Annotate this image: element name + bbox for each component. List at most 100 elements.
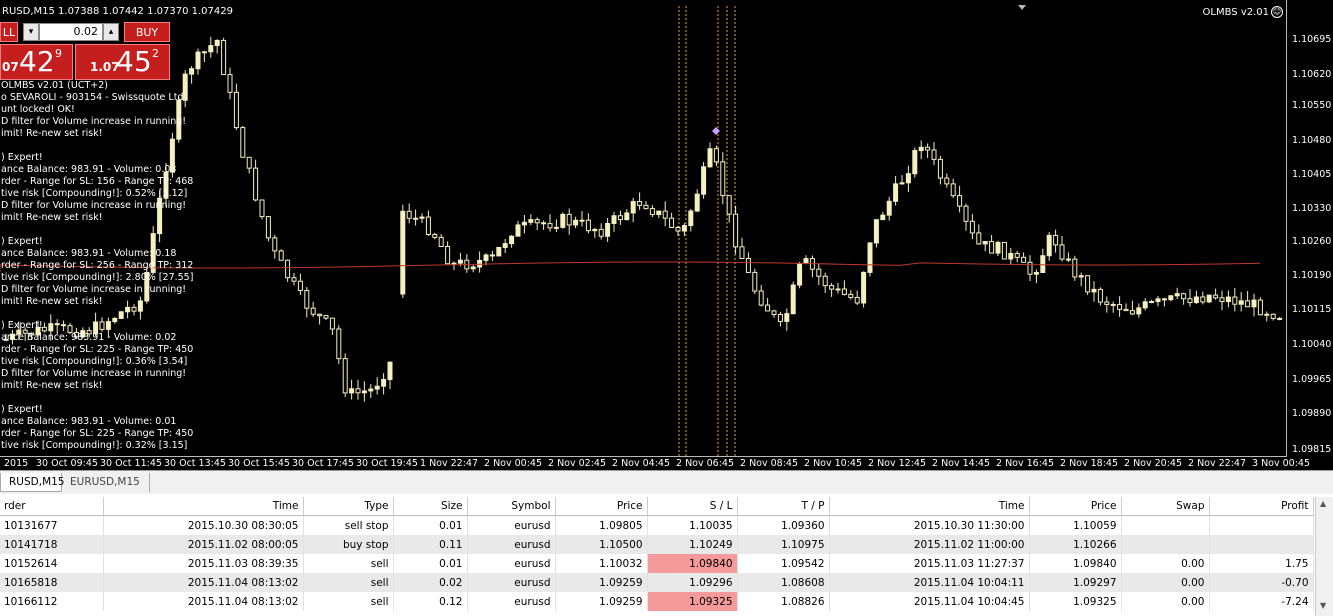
buy-price-fraction: 2 (152, 47, 159, 60)
expert-log-line: unt locked! OK! (1, 104, 75, 115)
expert-log-line: imit! Re-new set risk! (1, 380, 103, 391)
cell-close-price: 1.09297 (1029, 573, 1122, 592)
cell-swap: 0.00 (1121, 592, 1210, 611)
column-header-type[interactable]: Type (303, 497, 394, 516)
scroll-down-arrow-icon[interactable]: ▼ (1320, 601, 1326, 610)
candle-body (553, 226, 559, 229)
cell-symbol: eurusd (467, 592, 556, 611)
cell-size: 0.01 (393, 554, 468, 573)
table-row[interactable]: 10165818 2015.11.04 08:13:02 sell 0.02 e… (0, 573, 1314, 592)
time-tick: 30 Oct 13:45 (164, 458, 226, 469)
candle-body (547, 223, 553, 229)
table-row[interactable]: 10131677 2015.10.30 08:30:05 sell stop 0… (0, 515, 1314, 535)
candle-body (189, 68, 195, 75)
table-row[interactable]: 10166112 2015.11.04 08:13:02 sell 0.12 e… (0, 592, 1314, 611)
time-tick: 2 Nov 20:45 (1124, 458, 1183, 469)
vertical-scrollbar[interactable]: ▲ ▼ (1315, 497, 1333, 616)
candle-body (816, 268, 822, 277)
cell-sl: 1.09840 (647, 554, 738, 573)
column-header-swap[interactable]: Swap (1121, 497, 1210, 516)
candle-body (489, 254, 495, 257)
candlestick-plot[interactable] (0, 0, 1286, 456)
sell-price-quote[interactable]: 07 42 9 (0, 44, 73, 80)
candle-body (861, 271, 867, 304)
scroll-up-arrow-icon[interactable]: ▲ (1320, 499, 1326, 508)
column-header-open-price[interactable]: Price (555, 497, 648, 516)
cell-close-time: 2015.11.03 11:27:37 (829, 554, 1030, 573)
column-header-tp[interactable]: T / P (737, 497, 830, 516)
cell-order: 10131677 (0, 515, 104, 535)
price-tick: 1.10405 (1292, 169, 1332, 180)
expert-log-line: tive risk [Compounding!]: 0.52% [5.12] (1, 188, 188, 199)
candle-body (1232, 296, 1238, 305)
time-tick: 2 Nov 12:45 (868, 458, 927, 469)
candle-body (630, 201, 636, 214)
candle-body (624, 212, 630, 221)
chart-tab-bar: RUSD,M15 EURUSD,M15 (0, 470, 1333, 494)
cell-close-price: 1.10266 (1029, 535, 1122, 554)
table-row[interactable]: 10152614 2015.11.03 08:39:35 sell 0.01 e… (0, 554, 1314, 573)
column-header-close-time[interactable]: Time (829, 497, 1030, 516)
sell-price-prefix: 07 (2, 60, 19, 74)
column-header-sl[interactable]: S / L (647, 497, 738, 516)
candle-body (605, 222, 611, 237)
column-header-close-price[interactable]: Price (1029, 497, 1122, 516)
candle-body (707, 148, 713, 168)
table-row[interactable]: 10141718 2015.11.02 08:00:05 buy stop 0.… (0, 535, 1314, 554)
chart-shift-icon[interactable] (1018, 5, 1026, 10)
candle-body (1219, 297, 1225, 303)
candle-body (598, 228, 604, 237)
column-header-order[interactable]: rder (0, 497, 104, 516)
price-chart[interactable]: RUSD,M15 1.07388 1.07442 1.07370 1.07429… (0, 0, 1333, 470)
candle-body (297, 280, 303, 291)
candle-body (374, 385, 380, 390)
column-header-symbol[interactable]: Symbol (467, 497, 556, 516)
cell-symbol: eurusd (467, 535, 556, 554)
lot-size-input[interactable]: 0.02 (39, 23, 103, 41)
sell-price-pips: 42 (19, 45, 55, 78)
column-header-open-time[interactable]: Time (103, 497, 304, 516)
expert-log-line: tive risk [Compounding!]: 2.80% [27.55] (1, 272, 194, 283)
cell-order: 10165818 (0, 573, 104, 592)
buy-button[interactable]: BUY (124, 22, 170, 42)
cell-close-time: 2015.11.02 11:00:00 (829, 535, 1030, 554)
lot-increase-button[interactable]: ▴ (103, 23, 119, 41)
candle-body (201, 51, 207, 54)
expert-log-line: rder - Range for SL: 225 - Range TP: 450 (1, 344, 194, 355)
candle-body (957, 195, 963, 207)
cell-open-price: 1.10500 (555, 535, 648, 554)
candle-body (1021, 256, 1027, 263)
tab-rusd-m15[interactable]: RUSD,M15 (0, 473, 65, 492)
candle-body (1155, 298, 1161, 302)
candle-body (829, 285, 835, 290)
candle-body (521, 221, 527, 226)
candle-body (368, 388, 374, 392)
candle-body (969, 220, 975, 234)
time-tick: 2 Nov 02:45 (548, 458, 607, 469)
lot-decrease-button[interactable]: ▾ (23, 23, 39, 41)
column-header-size[interactable]: Size (393, 497, 468, 516)
buy-price-quote[interactable]: 1.07 45 2 (75, 44, 170, 80)
candle-body (387, 361, 393, 380)
candle-body (797, 262, 803, 286)
candle-body (304, 289, 310, 309)
candle-body (739, 246, 745, 259)
time-tick: 2 Nov 16:45 (996, 458, 1055, 469)
cell-open-price: 1.09805 (555, 515, 648, 535)
candle-body (355, 388, 361, 394)
expert-log-line: D filter for Volume increase in running! (1, 200, 187, 211)
time-tick: 30 Oct 11:45 (100, 458, 162, 469)
column-header-profit[interactable]: Profit (1209, 497, 1314, 516)
cell-sl: 1.10035 (647, 515, 738, 535)
candle-body (349, 388, 355, 394)
candle-body (1110, 303, 1116, 306)
price-tick: 1.10695 (1292, 34, 1332, 45)
sell-button[interactable]: LL (0, 22, 18, 42)
candle-body (1078, 275, 1084, 278)
tab-eurusd-m15[interactable]: EURUSD,M15 (62, 473, 150, 492)
candle-body (758, 290, 764, 306)
candle-body (1245, 300, 1251, 308)
cell-close-price: 1.09840 (1029, 554, 1122, 573)
candle-body (841, 288, 847, 295)
candle-body (233, 91, 239, 129)
